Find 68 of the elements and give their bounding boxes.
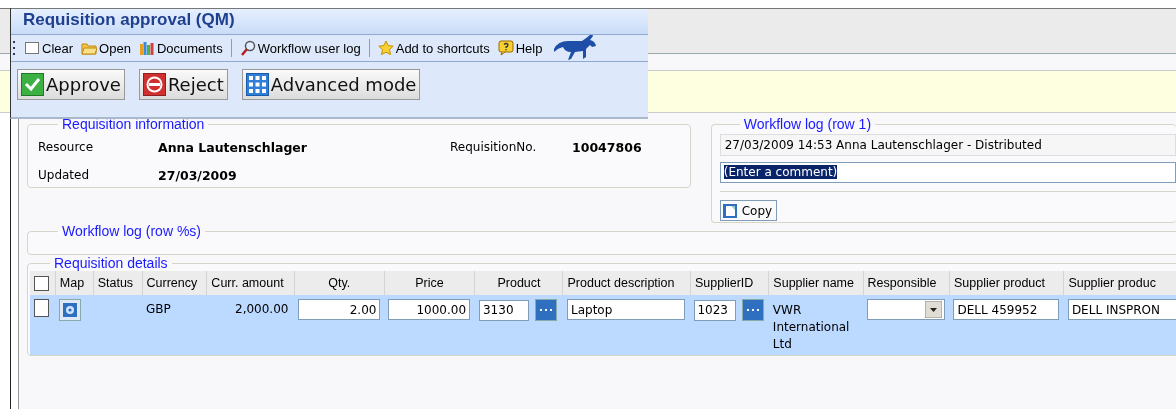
- column-header[interactable]: Qty.: [294, 271, 385, 295]
- column-header[interactable]: Product description: [563, 271, 691, 295]
- column-header[interactable]: Currency: [142, 271, 207, 295]
- copy-button[interactable]: Copy: [719, 200, 778, 221]
- toolbar-button[interactable]: Documents: [136, 40, 225, 56]
- column-header[interactable]: Price: [384, 271, 475, 295]
- caret-icon: [925, 301, 943, 318]
- field-label: Resource: [38, 140, 95, 155]
- toolbar-button[interactable]: Add to shortcuts: [375, 40, 492, 56]
- input-field[interactable]: DELL INSPRON: [1067, 299, 1176, 320]
- folder-icon: [81, 40, 98, 56]
- column-header[interactable]: Status: [93, 271, 142, 295]
- toolbar-button[interactable]: Clear: [22, 40, 76, 56]
- books-icon: [138, 40, 155, 56]
- check-icon: [21, 73, 44, 96]
- magnifier-icon: [239, 40, 256, 56]
- star-icon: [377, 40, 394, 56]
- input-field[interactable]: DELL 459952: [953, 299, 1060, 320]
- mode-button[interactable]: Advanced mode: [241, 69, 421, 100]
- group-title: Workflow log (row 1): [742, 116, 873, 132]
- approve-button[interactable]: Approve: [17, 69, 125, 100]
- input-field[interactable]: 3130: [479, 299, 529, 321]
- table-cell: 2,000.00: [206, 295, 295, 355]
- grid-icon: [245, 73, 269, 96]
- copy-icon: [721, 202, 738, 219]
- input-field[interactable]: 1000.00: [388, 299, 471, 320]
- window-title: Requisition approval (QM): [11, 8, 648, 35]
- log-entry: 27/03/2009 14:53 Anna Lautenschlager - Distributed: [719, 134, 1176, 156]
- ellipsis-icon: [747, 308, 760, 312]
- toolbar-button[interactable]: Help: [495, 40, 545, 56]
- column-header[interactable]: Curr. amount: [206, 271, 295, 295]
- input-field[interactable]: 1023: [694, 299, 737, 321]
- reject-button[interactable]: Reject: [138, 69, 228, 100]
- column-header[interactable]: Map: [55, 271, 94, 295]
- ellipsis-icon: [540, 308, 552, 312]
- dropdown[interactable]: [867, 299, 946, 320]
- map-button[interactable]: [59, 299, 82, 321]
- column-header[interactable]: Responsible: [863, 271, 950, 295]
- lookup-button[interactable]: [742, 299, 765, 321]
- checkbox[interactable]: [34, 275, 49, 291]
- help-icon: [497, 40, 514, 56]
- field-value: Anna Lautenschlager: [158, 140, 308, 155]
- table-cell: VWR International Ltd: [768, 295, 864, 355]
- group-title: Workflow log (row %s): [61, 223, 202, 239]
- group-title: Requisition information: [61, 116, 206, 132]
- input-field[interactable]: Laptop: [567, 299, 685, 320]
- column-header[interactable]: Supplier product: [949, 271, 1064, 295]
- page-icon: [24, 40, 40, 56]
- column-header[interactable]: Supplier name: [768, 271, 864, 295]
- field-value: 27/03/2009: [158, 168, 238, 183]
- column-header[interactable]: Product: [475, 271, 563, 295]
- toolbar-button[interactable]: Workflow user log: [237, 40, 363, 56]
- table-row[interactable]: GBP 2,000.00 2.00 1000.00 3130 Laptop 1023 VWR International Ltd DELL 459952 DELL INSPRON: [30, 295, 1176, 355]
- grip-icon: [13, 40, 16, 56]
- comment-field[interactable]: (Enter a comment): [719, 162, 1176, 183]
- lookup-button[interactable]: [535, 299, 557, 321]
- column-header[interactable]: SupplierID: [690, 271, 769, 295]
- input-field[interactable]: 2.00: [298, 299, 381, 320]
- toolbar-button[interactable]: Open: [79, 40, 133, 56]
- bull-icon: [552, 35, 599, 61]
- group-title: Requisition details: [53, 255, 169, 271]
- checkbox[interactable]: [34, 299, 49, 317]
- map-icon: [63, 303, 78, 317]
- table-cell: GBP: [142, 295, 207, 355]
- field-label: Updated: [38, 168, 91, 183]
- field-value: 10047806: [572, 140, 643, 155]
- field-label: RequisitionNo.: [450, 140, 538, 155]
- column-header[interactable]: Supplier produc: [1063, 271, 1176, 295]
